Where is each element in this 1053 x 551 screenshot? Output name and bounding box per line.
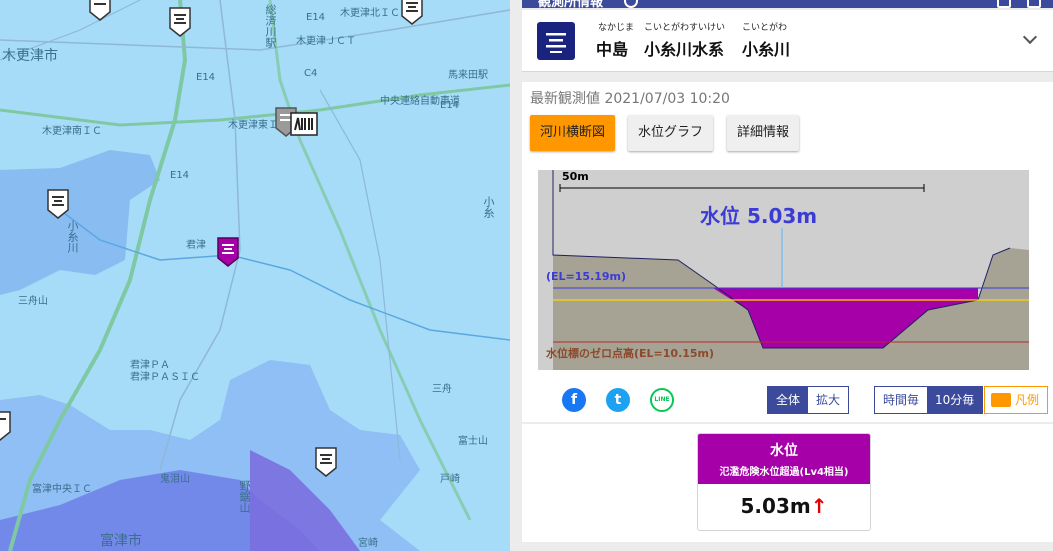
map-label-e14-3: E14 bbox=[170, 170, 190, 181]
map-label-futtsu-city: 富津市 bbox=[100, 533, 142, 549]
station-marker[interactable] bbox=[400, 0, 424, 26]
map-label-e14-4: E14 bbox=[440, 100, 460, 111]
help-icon[interactable] bbox=[624, 0, 638, 8]
panel-header-bar: 観測所情報 bbox=[522, 0, 1053, 8]
station-marker[interactable] bbox=[46, 188, 70, 220]
water-level-label: 水位 5.03m bbox=[700, 204, 818, 228]
station-header[interactable]: なかじま 中島 こいとがわすいけい 小糸川水系 こいとがわ 小糸川 bbox=[522, 10, 1053, 72]
map-label-fujimi: 富士山 bbox=[458, 436, 488, 447]
map-label-c4: C4 bbox=[304, 68, 318, 79]
panel-title: 観測所情報 bbox=[538, 0, 604, 8]
expand-icon[interactable] bbox=[997, 0, 1011, 8]
line-share-button[interactable]: LINE bbox=[650, 388, 674, 412]
twitter-icon: t bbox=[614, 392, 622, 408]
map-label-kimitsu: 君津 bbox=[186, 240, 206, 251]
water-level-value-row: 5.03m↑ bbox=[698, 494, 870, 518]
range-zoom-button[interactable]: 拡大 bbox=[808, 387, 849, 413]
interval-hourly-button[interactable]: 時間毎 bbox=[875, 387, 928, 413]
range-all-button[interactable]: 全体 bbox=[768, 387, 809, 413]
twitter-share-button[interactable]: t bbox=[606, 388, 630, 412]
river-system-ruby: こいとがわすいけい bbox=[644, 23, 726, 33]
line-icon: LINE bbox=[654, 396, 670, 403]
map-label-kisarazu-kita-ic: 木更津北ＩＣ bbox=[340, 8, 400, 19]
chevron-down-icon[interactable] bbox=[1022, 29, 1038, 45]
station-name-ruby: なかじま bbox=[598, 23, 635, 33]
tab-water-level-graph[interactable]: 水位グラフ bbox=[628, 115, 714, 151]
water-level-title: 水位 bbox=[770, 443, 798, 459]
station-marker[interactable] bbox=[88, 0, 112, 22]
map-view[interactable]: 木更津市 木更津南ＩＣ 木更津ＪＣＴ 木更津東ＩＣ 木更津北ＩＣ 総済川駅 中央… bbox=[0, 0, 510, 551]
station-info-panel: 観測所情報 なかじま 中島 こいとがわすいけい 小糸川水系 こいとがわ 小糸川 … bbox=[510, 0, 1053, 551]
station-marker[interactable] bbox=[0, 410, 12, 442]
map-label-kimitsu-pasic: 君津ＰＡＳＩＣ bbox=[130, 372, 200, 383]
elevation-label: (EL=15.19m) bbox=[546, 270, 627, 283]
station-marker[interactable] bbox=[168, 6, 192, 38]
map-label-hinode: 戸崎 bbox=[440, 474, 460, 485]
water-level-station-icon bbox=[537, 22, 575, 60]
facebook-icon: f bbox=[570, 392, 578, 408]
map-label-kisarazu-jct: 木更津ＪＣＴ bbox=[296, 36, 356, 47]
water-level-status-header: 水位 氾濫危険水位超過(Lv4相当) bbox=[698, 434, 870, 484]
selected-station-marker[interactable] bbox=[216, 236, 240, 268]
map-label-e14-2: E14 bbox=[306, 12, 326, 23]
map-label-nokogiriyama: 野鋸山 bbox=[238, 480, 251, 513]
facebook-share-button[interactable]: f bbox=[562, 388, 586, 412]
station-name: 中島 bbox=[596, 40, 629, 59]
flood-danger-status: 氾濫危険水位超過(Lv4相当) bbox=[719, 467, 849, 478]
water-level-status-card: 水位 氾濫危険水位超過(Lv4相当) 5.03m↑ bbox=[522, 424, 1053, 542]
map-label-misato: 三舟 bbox=[432, 384, 452, 395]
map-label-hakamasaki: 宮崎 bbox=[358, 538, 378, 549]
water-level-value: 5.03m bbox=[740, 494, 811, 518]
interval-toggle: 時間毎 10分毎 bbox=[874, 386, 984, 414]
river-system-name: 小糸川水系 bbox=[644, 40, 725, 59]
map-label-souzen-station: 総済川駅 bbox=[264, 4, 277, 48]
river-name-ruby: こいとがわ bbox=[742, 23, 788, 33]
range-toggle: 全体 拡大 bbox=[767, 386, 850, 414]
observation-card: 最新観測値 2021/07/03 10:20 河川横断図 水位グラフ 詳細情報 bbox=[522, 82, 1053, 422]
dam-marker[interactable] bbox=[290, 112, 318, 136]
window-icon[interactable] bbox=[1027, 0, 1041, 8]
latest-observation-label: 最新観測値 2021/07/03 10:20 bbox=[530, 91, 730, 107]
tab-details[interactable]: 詳細情報 bbox=[727, 115, 800, 151]
legend-label: 凡例 bbox=[1015, 393, 1040, 407]
map-label-koitogawa: 小糸川 bbox=[66, 220, 79, 253]
map-label-futtsu-chuo-ic: 富津中央ＩＣ bbox=[32, 484, 92, 495]
river-cross-section-chart: 50m 水位 5.03m (EL=15.19m) 水位標のゼロ点高(EL=10.… bbox=[538, 170, 1029, 370]
map-label-kisarazu-city: 木更津市 bbox=[2, 48, 58, 64]
tab-river-cross-section[interactable]: 河川横断図 bbox=[530, 115, 616, 151]
map-label-kanatake: 鬼泪山 bbox=[160, 474, 190, 485]
legend-button[interactable]: 凡例 bbox=[984, 386, 1048, 414]
water-level-status-box: 水位 氾濫危険水位超過(Lv4相当) 5.03m↑ bbox=[697, 433, 871, 531]
map-label-sanjuu-yama: 三舟山 bbox=[18, 296, 48, 307]
scale-label: 50m bbox=[562, 170, 589, 183]
map-label-mamita-eki: 馬来田駅 bbox=[448, 70, 488, 81]
interval-10min-button[interactable]: 10分毎 bbox=[927, 387, 983, 413]
map-label-kominato: 小糸 bbox=[482, 196, 495, 218]
zero-point-label: 水位標のゼロ点高(EL=10.15m) bbox=[546, 347, 715, 360]
map-canvas bbox=[0, 0, 510, 551]
map-label-kisarazu-minami-ic: 木更津南ＩＣ bbox=[42, 126, 102, 137]
station-marker[interactable] bbox=[314, 446, 338, 478]
rising-arrow-icon: ↑ bbox=[810, 494, 828, 518]
book-icon bbox=[991, 393, 1011, 407]
river-name: 小糸川 bbox=[742, 40, 791, 59]
map-label-e14-1: E14 bbox=[196, 72, 216, 83]
